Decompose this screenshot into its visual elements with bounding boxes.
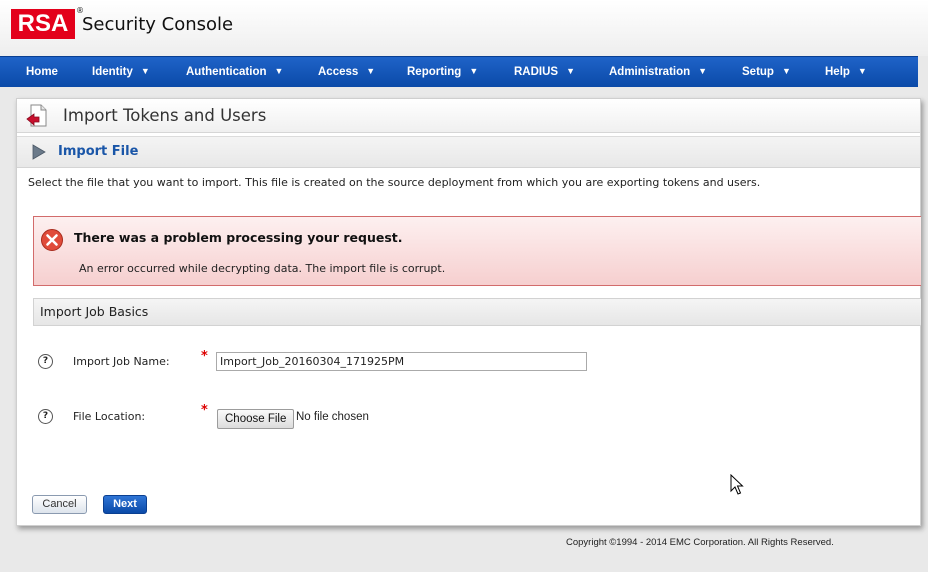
step-bar: Import File [17, 136, 920, 168]
cancel-button[interactable]: Cancel [32, 495, 87, 514]
section-title: Import Job Basics [40, 304, 149, 319]
help-icon[interactable]: ? [38, 354, 53, 369]
chevron-down-icon: ▼ [781, 66, 791, 76]
main-navigation: Home Identity ▼ Authentication ▼ Access ▼ R… [0, 56, 918, 87]
section-header: Import Job Basics [33, 298, 921, 326]
nav-identity[interactable]: Identity ▼ [92, 57, 150, 87]
nav-help-label: Help [825, 66, 850, 78]
next-button[interactable]: Next [103, 495, 147, 514]
rsa-logo: RSA [11, 9, 75, 39]
nav-setup[interactable]: Setup ▼ [742, 57, 791, 87]
main-panel: Import Tokens and Users Import File Sele… [16, 98, 921, 526]
nav-authentication[interactable]: Authentication ▼ [186, 57, 283, 87]
required-asterisk: * [201, 403, 208, 418]
nav-radius[interactable]: RADIUS ▼ [514, 57, 575, 87]
chevron-down-icon: ▼ [857, 66, 867, 76]
nav-home-label: Home [26, 66, 58, 78]
mouse-pointer-icon [730, 474, 744, 495]
file-status-text: No file chosen [296, 411, 369, 423]
nav-access-label: Access [318, 66, 359, 78]
job-name-label: Import Job Name: [73, 355, 170, 368]
chevron-down-icon: ▼ [469, 66, 479, 76]
nav-setup-label: Setup [742, 66, 774, 78]
nav-radius-label: RADIUS [514, 66, 559, 78]
copyright-text: Copyright ©1994 - 2014 EMC Corporation. … [566, 537, 834, 548]
nav-help[interactable]: Help ▼ [825, 57, 867, 87]
nav-identity-label: Identity [92, 66, 133, 78]
required-asterisk: * [201, 349, 208, 364]
nav-reporting[interactable]: Reporting ▼ [407, 57, 478, 87]
chevron-down-icon: ▼ [698, 66, 708, 76]
nav-administration-label: Administration [609, 66, 691, 78]
play-triangle-icon [32, 144, 46, 160]
chevron-down-icon: ▼ [274, 66, 284, 76]
error-message-box: There was a problem processing your requ… [33, 216, 921, 286]
nav-reporting-label: Reporting [407, 66, 462, 78]
chevron-down-icon: ▼ [140, 66, 150, 76]
nav-administration[interactable]: Administration ▼ [609, 57, 707, 87]
step-title: Import File [58, 144, 139, 159]
page-header: Import Tokens and Users [17, 99, 920, 133]
import-document-icon [26, 104, 47, 127]
app-header: RSA ® Security Console [0, 0, 928, 56]
job-name-input[interactable] [216, 352, 587, 371]
choose-file-button[interactable]: Choose File [217, 409, 295, 429]
nav-home[interactable]: Home [26, 57, 58, 87]
nav-authentication-label: Authentication [186, 66, 267, 78]
error-title: There was a problem processing your requ… [74, 230, 403, 245]
chevron-down-icon: ▼ [566, 66, 576, 76]
app-title: Security Console [82, 14, 234, 35]
instructions-text: Select the file that you want to import.… [28, 176, 761, 189]
error-detail: An error occurred while decrypting data.… [79, 262, 446, 275]
chevron-down-icon: ▼ [366, 66, 376, 76]
error-x-icon [41, 229, 63, 251]
page-title: Import Tokens and Users [63, 106, 267, 125]
nav-access[interactable]: Access ▼ [318, 57, 375, 87]
help-icon[interactable]: ? [38, 409, 53, 424]
file-location-label: File Location: [73, 410, 146, 423]
